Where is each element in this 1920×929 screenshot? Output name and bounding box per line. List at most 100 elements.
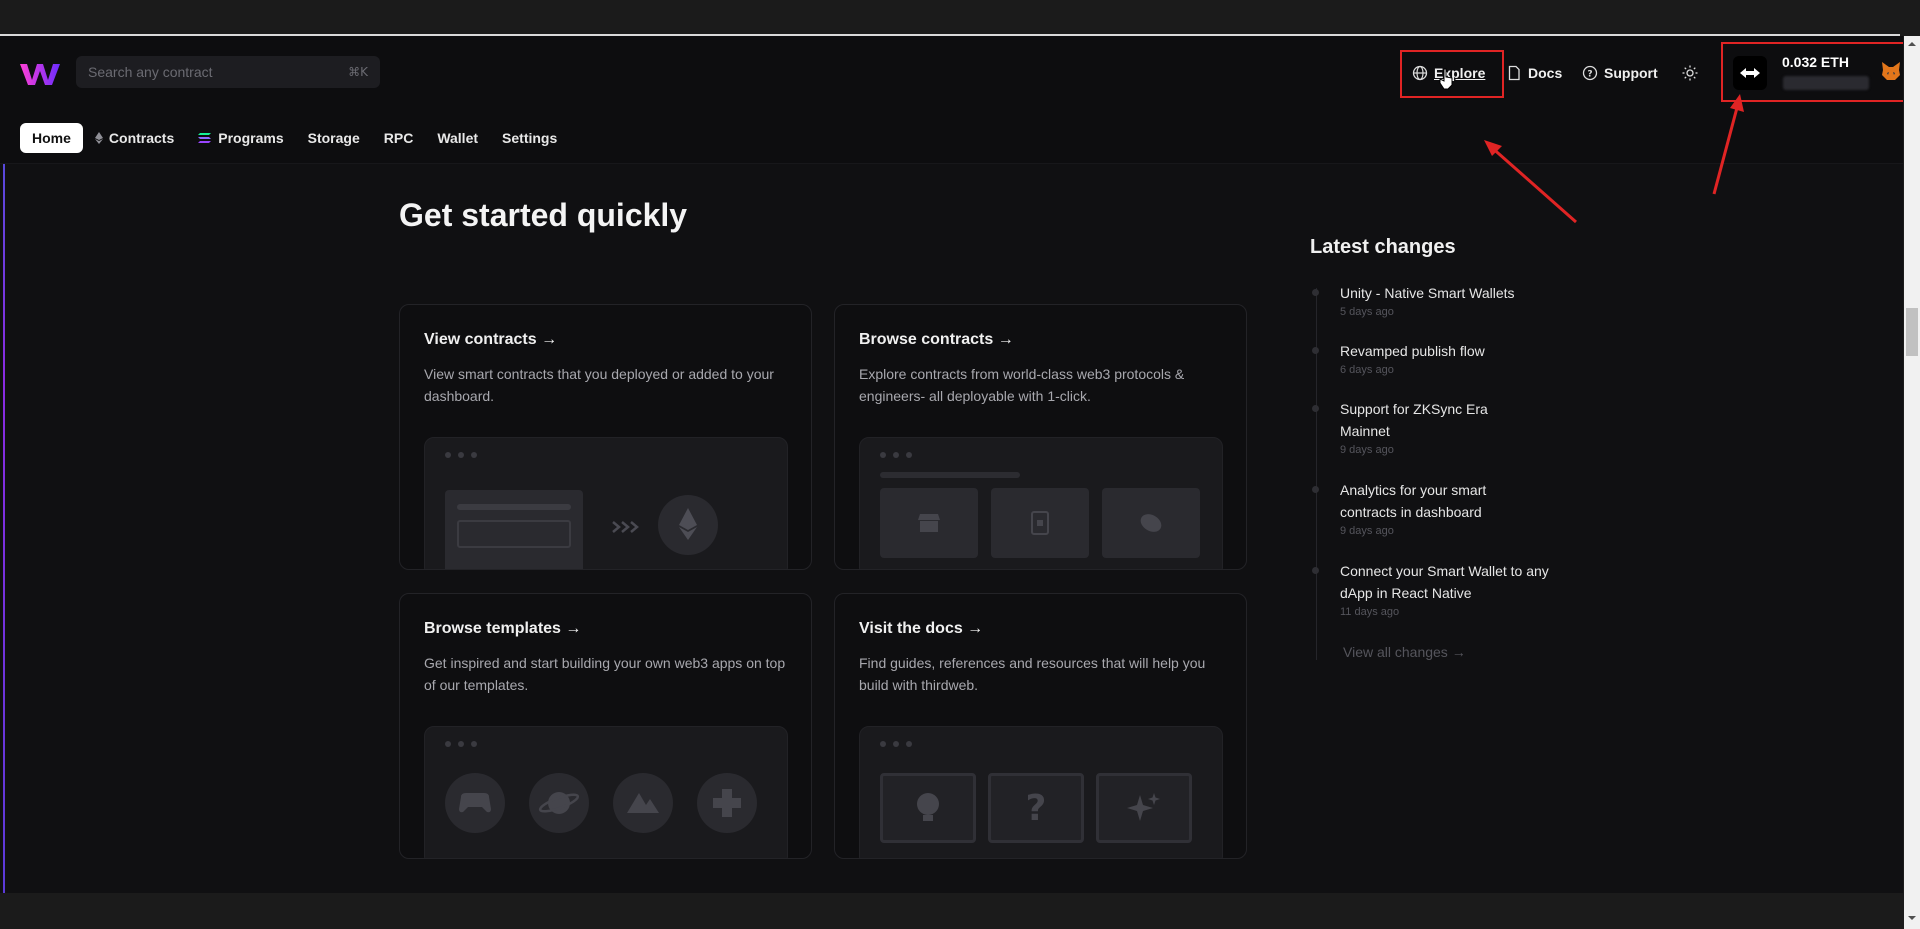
annotation-arrow-wallet bbox=[1712, 94, 1744, 195]
sun-icon bbox=[1682, 65, 1698, 81]
timeline-dot bbox=[1312, 567, 1319, 574]
tab-contracts-label: Contracts bbox=[108, 130, 175, 146]
search-input[interactable]: Search any contract ⌘K bbox=[76, 56, 380, 88]
change-item[interactable]: Connect your Smart Wallet to any dApp in… bbox=[1312, 560, 1550, 618]
change-date: 9 days ago bbox=[1340, 525, 1394, 537]
main-tabs: Home Contracts Programs Storage RPC Wall… bbox=[20, 123, 569, 153]
change-title: Analytics for your smart contracts in da… bbox=[1340, 482, 1487, 520]
change-item[interactable]: Revamped publish flow 6 days ago bbox=[1312, 340, 1560, 376]
sparkles-icon bbox=[1127, 793, 1160, 821]
metamask-fox-icon bbox=[1882, 62, 1900, 80]
window-dots bbox=[445, 452, 477, 458]
scroll-up-icon[interactable] bbox=[1906, 38, 1918, 50]
lightbulb-icon bbox=[917, 793, 939, 821]
latest-changes-title: Latest changes bbox=[1310, 236, 1456, 258]
tab-home[interactable]: Home bbox=[20, 123, 83, 153]
preview-bar bbox=[880, 472, 1020, 478]
card-description: View smart contracts that you deployed o… bbox=[424, 366, 774, 404]
window-dots bbox=[445, 741, 477, 747]
scroll-down-icon[interactable] bbox=[1906, 912, 1918, 924]
change-date: 9 days ago bbox=[1340, 444, 1394, 456]
timeline-dot bbox=[1312, 486, 1319, 493]
tab-settings-label: Settings bbox=[502, 130, 558, 146]
nft-card-icon bbox=[1031, 511, 1049, 535]
sparkle-tile bbox=[1096, 773, 1192, 843]
change-item[interactable]: Analytics for your smart contracts in da… bbox=[1312, 479, 1520, 537]
card-description: Explore contracts from world-class web3 … bbox=[859, 366, 1185, 404]
timeline-dot bbox=[1312, 289, 1319, 296]
view-all-changes-link[interactable]: View all changes → bbox=[1343, 644, 1466, 660]
change-title: Connect your Smart Wallet to any dApp in… bbox=[1340, 563, 1549, 601]
ethereum-icon bbox=[658, 495, 718, 555]
card-view-contracts[interactable]: View contracts → View smart contracts th… bbox=[399, 304, 812, 570]
help-circle-icon: ? bbox=[1582, 65, 1598, 81]
change-title: Unity - Native Smart Wallets bbox=[1340, 285, 1515, 301]
document-icon bbox=[1508, 65, 1520, 81]
gamepad-icon bbox=[445, 773, 505, 833]
coin-icon bbox=[1140, 514, 1162, 532]
change-date: 11 days ago bbox=[1340, 606, 1400, 618]
change-item[interactable]: Unity - Native Smart Wallets 5 days ago bbox=[1312, 282, 1560, 318]
coin-tile bbox=[1102, 488, 1200, 558]
scrollbar-thumb[interactable] bbox=[1906, 308, 1918, 356]
contract-preview-block bbox=[445, 490, 583, 569]
card-title: View contracts → bbox=[424, 331, 558, 348]
change-date: 6 days ago bbox=[1340, 364, 1394, 376]
card-browse-templates[interactable]: Browse templates → Get inspired and star… bbox=[399, 593, 812, 859]
card-browse-contracts[interactable]: Browse contracts → Explore contracts fro… bbox=[834, 304, 1247, 570]
planet-icon bbox=[529, 773, 589, 833]
tab-wallet-label: Wallet bbox=[437, 130, 479, 146]
question-tile: ? bbox=[988, 773, 1084, 843]
tab-contracts[interactable]: Contracts bbox=[83, 123, 186, 153]
tab-wallet[interactable]: Wallet bbox=[425, 123, 490, 153]
thirdweb-logo-icon[interactable] bbox=[18, 60, 62, 88]
change-item[interactable]: Support for ZKSync Era Mainnet 9 days ag… bbox=[1312, 398, 1520, 456]
search-placeholder: Search any contract bbox=[88, 64, 213, 80]
tab-programs-label: Programs bbox=[218, 130, 284, 146]
store-tile bbox=[880, 488, 978, 558]
theme-toggle-button[interactable] bbox=[1682, 62, 1698, 84]
card-title: Browse templates → bbox=[424, 620, 582, 637]
tab-rpc[interactable]: RPC bbox=[372, 123, 426, 153]
tab-settings[interactable]: Settings bbox=[490, 123, 569, 153]
card-visit-docs[interactable]: Visit the docs → Find guides, references… bbox=[834, 593, 1247, 859]
lightbulb-tile bbox=[880, 773, 976, 843]
support-label: Support bbox=[1604, 65, 1658, 81]
window-dots bbox=[880, 452, 912, 458]
change-title: Revamped publish flow bbox=[1340, 343, 1485, 359]
card-title: Visit the docs → bbox=[859, 620, 984, 637]
timeline-dot bbox=[1312, 347, 1319, 354]
card-preview bbox=[424, 726, 788, 858]
eth-icon bbox=[94, 132, 103, 144]
tab-storage[interactable]: Storage bbox=[296, 123, 372, 153]
card-description: Find guides, references and resources th… bbox=[859, 655, 1206, 693]
timeline-dot bbox=[1312, 405, 1319, 412]
globe-icon bbox=[1412, 65, 1428, 81]
change-date: 5 days ago bbox=[1340, 306, 1394, 318]
swap-arrows-icon bbox=[1740, 68, 1760, 78]
mountain-icon bbox=[613, 773, 673, 833]
docs-label: Docs bbox=[1528, 65, 1563, 81]
card-title: Browse contracts → bbox=[859, 331, 1014, 348]
wallet-address-blurred bbox=[1783, 76, 1869, 90]
top-header: Search any contract ⌘K Explore Docs ? Su… bbox=[0, 36, 1903, 164]
card-description: Get inspired and start building your own… bbox=[424, 655, 786, 693]
store-icon bbox=[918, 514, 940, 532]
card-tile bbox=[991, 488, 1089, 558]
change-title: Support for ZKSync Era Mainnet bbox=[1340, 401, 1488, 439]
solana-icon bbox=[198, 133, 212, 143]
search-shortcut: ⌘K bbox=[348, 65, 368, 79]
wallet-button[interactable] bbox=[1733, 56, 1767, 90]
docs-link[interactable]: Docs bbox=[1506, 62, 1562, 84]
support-link[interactable]: ? Support bbox=[1582, 62, 1658, 84]
changes-timeline bbox=[1316, 288, 1317, 660]
mouse-cursor-icon bbox=[1439, 68, 1453, 90]
left-accent-bar bbox=[3, 36, 5, 893]
scrollbar[interactable] bbox=[1904, 36, 1920, 929]
tab-programs[interactable]: Programs bbox=[186, 123, 295, 153]
card-preview bbox=[424, 437, 788, 569]
card-preview: ? bbox=[859, 726, 1223, 858]
chevrons-right-icon bbox=[612, 521, 639, 533]
svg-text:?: ? bbox=[1587, 70, 1592, 80]
app-frame: Search any contract ⌘K Explore Docs ? Su… bbox=[0, 36, 1903, 893]
